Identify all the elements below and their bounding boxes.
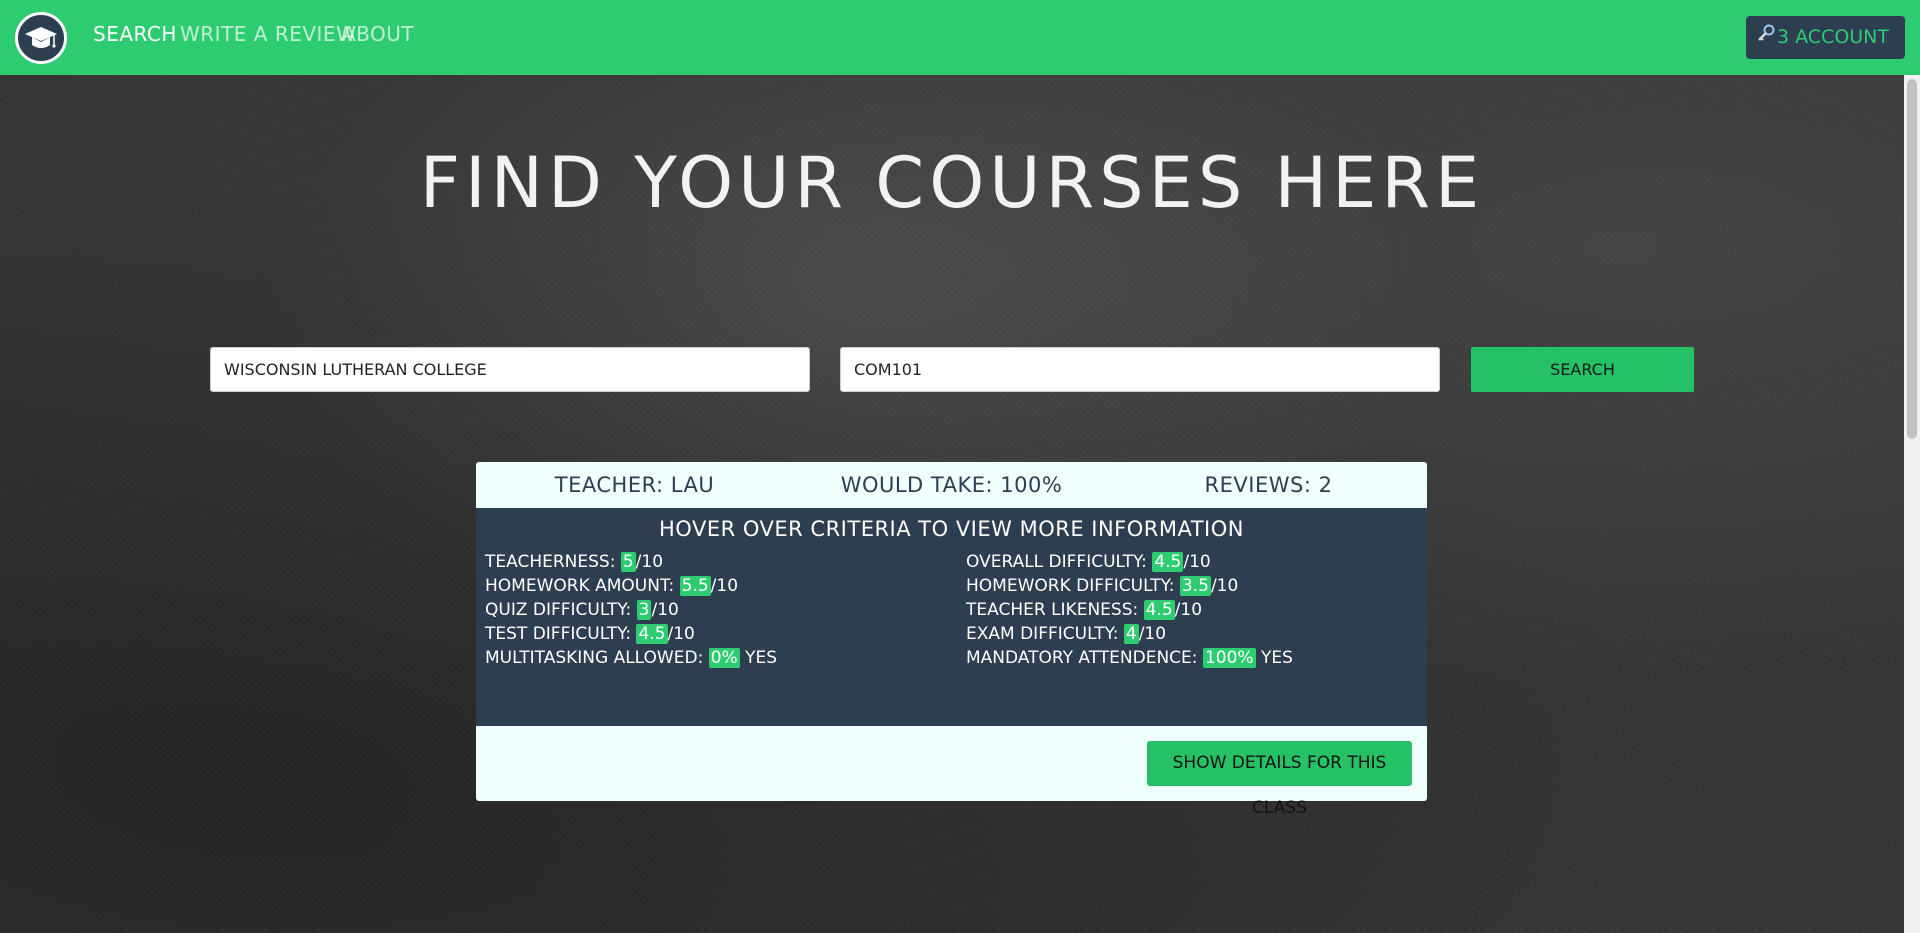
navbar: SEARCH WRITE A REVIEW ABOUT 3 ACCOUNT: [0, 0, 1920, 75]
criterion-homework-difficulty[interactable]: HOMEWORK DIFFICULTY: 3.5/10: [966, 575, 1426, 597]
search-button[interactable]: SEARCH: [1471, 347, 1694, 392]
reviews-count-label: REVIEWS: 2: [1204, 473, 1333, 497]
criterion-overall-difficulty[interactable]: OVERALL DIFFICULTY: 4.5/10: [966, 551, 1426, 573]
course-result-card: TEACHER: LAU WOULD TAKE: 100% REVIEWS: 2…: [476, 462, 1427, 818]
score-badge: 3: [636, 600, 652, 620]
score-badge: 5: [620, 552, 636, 572]
course-search-input[interactable]: COM101: [840, 347, 1440, 392]
score-badge: 4.5: [1152, 552, 1184, 572]
criterion-quiz-difficulty[interactable]: QUIZ DIFFICULTY: 3/10: [485, 599, 966, 621]
criterion-teacherness[interactable]: TEACHERNESS: 5/10: [485, 551, 966, 573]
school-search-input[interactable]: WISCONSIN LUTHERAN COLLEGE: [210, 347, 810, 392]
graduation-cap-logo-icon[interactable]: [15, 12, 67, 64]
account-label: 3 ACCOUNT: [1777, 26, 1890, 48]
criteria-grid: TEACHERNESS: 5/10 OVERALL DIFFICULTY: 4.…: [485, 551, 1418, 669]
criterion-mandatory-attendence[interactable]: MANDATORY ATTENDENCE: 100% YES: [966, 647, 1426, 669]
nav-about-link[interactable]: ABOUT: [342, 22, 414, 46]
card-footer: SHOW DETAILS FOR THIS CLASS: [476, 726, 1427, 818]
criterion-homework-amount[interactable]: HOMEWORK AMOUNT: 5.5/10: [485, 575, 966, 597]
show-details-button[interactable]: SHOW DETAILS FOR THIS CLASS: [1147, 741, 1412, 818]
score-badge: 100%: [1202, 648, 1256, 668]
criterion-teacher-likeness[interactable]: TEACHER LIKENESS: 4.5/10: [966, 599, 1426, 621]
scrollbar-thumb[interactable]: [1907, 79, 1917, 439]
score-badge: 4.5: [636, 624, 668, 644]
score-badge: 4: [1123, 624, 1139, 644]
criterion-exam-difficulty[interactable]: EXAM DIFFICULTY: 4/10: [966, 623, 1426, 645]
criterion-test-difficulty[interactable]: TEST DIFFICULTY: 4.5/10: [485, 623, 966, 645]
key-icon: [1756, 16, 1776, 59]
score-badge: 4.5: [1143, 600, 1175, 620]
nav-search-link[interactable]: SEARCH: [93, 22, 177, 46]
score-badge: 5.5: [679, 576, 711, 596]
teacher-label: TEACHER: LAU: [554, 473, 715, 497]
hover-instructions: HOVER OVER CRITERIA TO VIEW MORE INFORMA…: [659, 517, 1244, 541]
criteria-panel: HOVER OVER CRITERIA TO VIEW MORE INFORMA…: [476, 508, 1427, 726]
page-title: FIND YOUR COURSES HERE: [419, 142, 1485, 224]
card-header: TEACHER: LAU WOULD TAKE: 100% REVIEWS: 2: [476, 462, 1427, 508]
page-scrollbar[interactable]: [1904, 75, 1920, 933]
nav-write-review-link[interactable]: WRITE A REVIEW: [180, 22, 356, 46]
score-badge: 3.5: [1179, 576, 1211, 596]
account-button[interactable]: 3 ACCOUNT: [1746, 16, 1905, 59]
score-badge: 0%: [708, 648, 740, 668]
criterion-multitasking-allowed[interactable]: MULTITASKING ALLOWED: 0% YES: [485, 647, 966, 669]
would-take-label: WOULD TAKE: 100%: [840, 473, 1063, 497]
